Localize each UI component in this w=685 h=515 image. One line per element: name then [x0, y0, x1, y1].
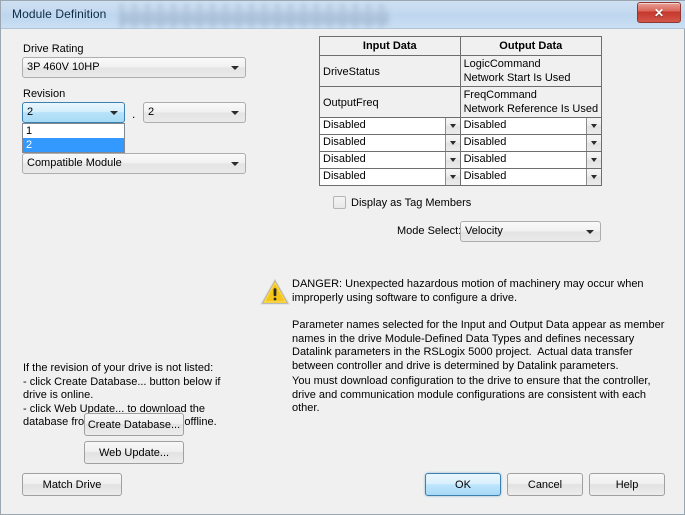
- warning-paragraph-3: You must download configuration to the d…: [292, 375, 654, 414]
- combo-value: Disabled: [463, 152, 507, 165]
- dropdown-option[interactable]: 1: [23, 124, 124, 138]
- window-title: Module Definition: [12, 7, 107, 21]
- chevron-down-icon[interactable]: [586, 151, 601, 168]
- dialog-client-area: Drive Rating 3P 460V 10HP Revision 2 1 2…: [1, 29, 684, 514]
- mode-select-combo[interactable]: Velocity: [460, 221, 601, 242]
- combo-value: Disabled: [323, 169, 366, 182]
- create-database-button[interactable]: Create Database...: [84, 413, 184, 436]
- redacted-title-region: [119, 4, 389, 28]
- cell-input-datalink-1: Disabled: [320, 117, 461, 135]
- cell-output-datalink-3: Disabled: [460, 151, 601, 169]
- cell-output-datalink-4: Disabled: [460, 168, 601, 185]
- close-button[interactable]: ✕: [637, 2, 681, 23]
- module-definition-dialog: Module Definition ✕ Drive Rating 3P 460V…: [0, 0, 685, 515]
- chevron-down-icon: [231, 111, 239, 115]
- cell-input-datalink-4: Disabled: [320, 168, 461, 185]
- cell-output-datalink-1: Disabled: [460, 117, 601, 135]
- combo-value: Disabled: [323, 135, 366, 148]
- drive-rating-value: 3P 460V 10HP: [27, 61, 100, 73]
- table-row: Disabled Disabled: [320, 168, 601, 185]
- output-datalink-combo-3[interactable]: Disabled: [460, 151, 601, 168]
- chevron-down-icon: [586, 230, 594, 234]
- revision-label: Revision: [23, 88, 66, 100]
- chevron-down-icon[interactable]: [444, 168, 460, 185]
- cell-output-freqcommand: FreqCommand Network Reference Is Used: [460, 86, 601, 118]
- table-row: DriveStatus LogicCommand Network Start I…: [320, 55, 601, 87]
- cell-input-drivestatus: DriveStatus: [320, 55, 461, 87]
- dropdown-option-selected[interactable]: 2: [23, 138, 124, 152]
- match-drive-button[interactable]: Match Drive: [22, 473, 122, 496]
- chevron-down-icon: [231, 66, 239, 70]
- table-row: Disabled Disabled: [320, 151, 601, 169]
- combo-value: Disabled: [463, 135, 507, 148]
- table-row: Disabled Disabled: [320, 134, 601, 152]
- chevron-down-icon: [231, 162, 239, 166]
- cell-input-datalink-2: Disabled: [320, 134, 461, 152]
- cell-output-logiccommand: LogicCommand Network Start Is Used: [460, 55, 601, 87]
- table-header-row: Input Data Output Data: [320, 37, 601, 56]
- title-bar: Module Definition ✕: [1, 1, 685, 29]
- cell-text: DriveStatus: [323, 65, 380, 78]
- revision-major-combo[interactable]: 2: [22, 102, 125, 123]
- mode-select-label: Mode Select:: [397, 225, 462, 237]
- combo-value: Disabled: [323, 118, 366, 131]
- cell-text: OutputFreq: [323, 96, 379, 109]
- input-datalink-combo-1[interactable]: Disabled: [320, 117, 460, 134]
- cell-text: Network Start Is Used: [463, 71, 571, 84]
- drive-rating-label: Drive Rating: [23, 43, 84, 55]
- electronic-keying-value: Compatible Module: [27, 157, 122, 169]
- output-datalink-combo-1[interactable]: Disabled: [460, 117, 601, 134]
- mode-select-value: Velocity: [465, 225, 503, 237]
- chevron-down-icon[interactable]: [444, 151, 460, 168]
- input-datalink-combo-2[interactable]: Disabled: [320, 134, 460, 151]
- chevron-down-icon[interactable]: [586, 168, 601, 185]
- cell-text: FreqCommand: [463, 88, 537, 101]
- warning-triangle-icon: [259, 277, 291, 306]
- input-datalink-combo-4[interactable]: Disabled: [320, 168, 460, 185]
- chevron-down-icon[interactable]: [444, 134, 460, 151]
- combo-value: Disabled: [463, 169, 507, 182]
- chevron-down-icon: [110, 111, 118, 115]
- output-datalink-combo-2[interactable]: Disabled: [460, 134, 601, 151]
- warning-paragraph-1: DANGER: Unexpected hazardous motion of m…: [292, 278, 647, 304]
- ok-button[interactable]: OK: [425, 473, 501, 496]
- warning-paragraph-2: Parameter names selected for the Input a…: [292, 319, 668, 372]
- output-datalink-combo-4[interactable]: Disabled: [460, 168, 601, 185]
- web-update-button[interactable]: Web Update...: [84, 441, 184, 464]
- cell-text: Network Reference Is Used: [463, 102, 599, 115]
- chevron-down-icon[interactable]: [586, 134, 601, 151]
- revision-minor-combo[interactable]: 2: [143, 102, 246, 123]
- column-header-input-data: Input Data: [320, 37, 461, 56]
- chevron-down-icon[interactable]: [586, 117, 601, 134]
- electronic-keying-combo[interactable]: Compatible Module: [22, 153, 246, 174]
- drive-rating-combo[interactable]: 3P 460V 10HP: [22, 57, 246, 78]
- cancel-button[interactable]: Cancel: [507, 473, 583, 496]
- datalink-table: Input Data Output Data DriveStatus Logic…: [319, 36, 602, 186]
- table-row: Disabled Disabled: [320, 117, 601, 135]
- help-button[interactable]: Help: [589, 473, 665, 496]
- display-as-tag-members-checkbox[interactable]: [333, 196, 346, 209]
- column-header-output-data: Output Data: [460, 37, 601, 56]
- close-icon: ✕: [653, 5, 665, 20]
- chevron-down-icon[interactable]: [444, 117, 460, 134]
- table-row: OutputFreq FreqCommand Network Reference…: [320, 86, 601, 118]
- cell-input-outputfreq: OutputFreq: [320, 86, 461, 118]
- revision-major-dropdown-list[interactable]: 1 2: [22, 123, 125, 153]
- cell-input-datalink-3: Disabled: [320, 151, 461, 169]
- input-datalink-combo-3[interactable]: Disabled: [320, 151, 460, 168]
- display-as-tag-members-label: Display as Tag Members: [351, 197, 472, 209]
- combo-value: Disabled: [463, 118, 507, 131]
- revision-separator: .: [132, 107, 136, 121]
- revision-major-value: 2: [27, 106, 34, 118]
- revision-minor-value: 2: [148, 106, 155, 118]
- cell-output-datalink-2: Disabled: [460, 134, 601, 152]
- cell-text: LogicCommand: [463, 57, 541, 70]
- combo-value: Disabled: [323, 152, 366, 165]
